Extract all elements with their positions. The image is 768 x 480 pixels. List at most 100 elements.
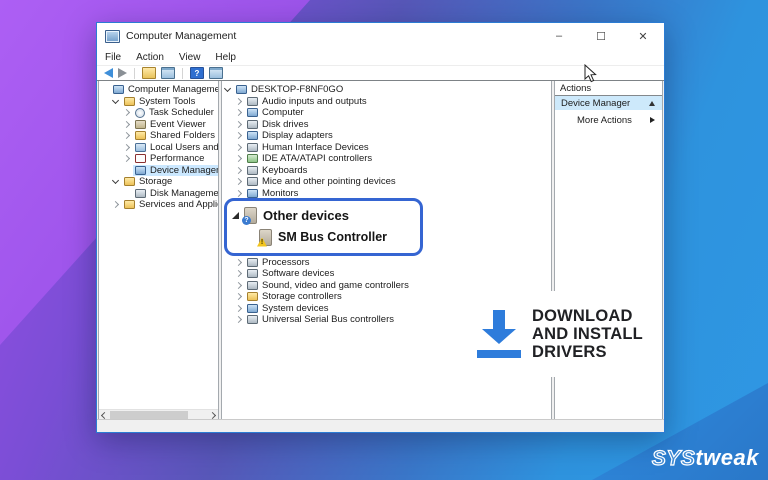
- expander-icon[interactable]: [235, 109, 242, 116]
- more-actions-item[interactable]: More Actions: [555, 113, 662, 127]
- tree-item[interactable]: Storage: [99, 176, 218, 188]
- console-tree-panel: Computer Management (Local System Tools …: [98, 81, 219, 422]
- expander-icon[interactable]: [123, 144, 130, 151]
- tree-item[interactable]: Local Users and Groups: [99, 142, 218, 154]
- device-row[interactable]: IDE ATA/ATAPI controllers: [222, 153, 551, 165]
- download-annotation-text: DOWNLOAD AND INSTALL DRIVERS: [532, 307, 643, 361]
- minimize-button[interactable]: –: [538, 23, 580, 49]
- actions-group-device-manager[interactable]: Device Manager: [555, 96, 662, 110]
- app-icon: [105, 30, 120, 43]
- device-row[interactable]: Software devices: [222, 268, 551, 280]
- logo-outline-part: SYS: [652, 447, 696, 470]
- tree-item-label: Event Viewer: [150, 119, 206, 130]
- expander-icon[interactable]: [235, 167, 242, 174]
- device-icon: [247, 315, 258, 324]
- tree-item-label: Services and Applications: [139, 199, 218, 210]
- back-arrow-icon[interactable]: [104, 68, 113, 78]
- tree-item-icon: [135, 189, 146, 198]
- device-label: Keyboards: [262, 165, 307, 176]
- expander-icon[interactable]: [235, 270, 242, 277]
- properties-window-icon[interactable]: [161, 67, 175, 79]
- tree-item[interactable]: System Tools: [99, 96, 218, 108]
- device-row[interactable]: Computer: [222, 107, 551, 119]
- show-console-tree-icon[interactable]: [142, 67, 156, 79]
- collapse-icon[interactable]: [649, 101, 655, 106]
- device-icon: [236, 85, 247, 94]
- device-label: System devices: [262, 303, 329, 314]
- device-icon: [247, 108, 258, 117]
- tree-item[interactable]: Task Scheduler: [99, 107, 218, 119]
- expander-icon[interactable]: [235, 178, 242, 185]
- expander-icon[interactable]: [112, 177, 119, 184]
- expander-icon[interactable]: [123, 109, 130, 116]
- tree-item[interactable]: Performance: [99, 153, 218, 165]
- expander-icon[interactable]: [235, 305, 242, 312]
- logo-solid-part: tweak: [695, 445, 759, 470]
- tree-item-icon: [124, 200, 135, 209]
- device-row[interactable]: Sound, video and game controllers: [222, 280, 551, 292]
- tree-item-label: Computer Management (Local: [128, 84, 218, 95]
- more-actions-label: More Actions: [577, 115, 632, 126]
- device-icon: [247, 120, 258, 129]
- forward-arrow-icon[interactable]: [118, 68, 127, 78]
- device-label: Mice and other pointing devices: [262, 176, 396, 187]
- device-icon: [247, 189, 258, 198]
- tree-item[interactable]: Shared Folders: [99, 130, 218, 142]
- device-icon: [247, 166, 258, 175]
- menu-item[interactable]: File: [105, 52, 121, 63]
- device-label: Sound, video and game controllers: [262, 280, 409, 291]
- device-row[interactable]: Processors: [222, 257, 551, 269]
- device-row[interactable]: Human Interface Devices: [222, 142, 551, 154]
- device-row[interactable]: DESKTOP-F8NF0GO: [222, 84, 551, 96]
- title-bar[interactable]: Computer Management – ☐ ✕: [97, 23, 664, 49]
- expander-icon[interactable]: [112, 97, 119, 104]
- callout-device-row: ! SM Bus Controller: [232, 226, 415, 248]
- download-arrow-icon: [477, 310, 521, 358]
- device-row[interactable]: Display adapters: [222, 130, 551, 142]
- device-row[interactable]: Disk drives: [222, 119, 551, 131]
- systweak-logo: SYStweak: [652, 445, 759, 471]
- expander-icon[interactable]: [235, 121, 242, 128]
- callout-group-row: ? Other devices: [232, 204, 415, 226]
- close-button[interactable]: ✕: [622, 23, 664, 49]
- device-label: IDE ATA/ATAPI controllers: [262, 153, 372, 164]
- device-icon: [247, 143, 258, 152]
- tree-item-label: Task Scheduler: [149, 107, 214, 118]
- expander-icon[interactable]: [235, 98, 242, 105]
- tree-item[interactable]: Services and Applications: [99, 199, 218, 211]
- expander-icon[interactable]: [235, 259, 242, 266]
- expander-icon[interactable]: [123, 155, 130, 162]
- tree-item[interactable]: Event Viewer: [99, 119, 218, 131]
- help-icon[interactable]: ?: [190, 67, 204, 79]
- device-row[interactable]: Audio inputs and outputs: [222, 96, 551, 108]
- tree-item-label: Performance: [150, 153, 204, 164]
- tree-item-icon: [135, 166, 146, 175]
- window-bottom-strip: [97, 419, 664, 432]
- menu-item[interactable]: View: [179, 52, 201, 63]
- expander-icon[interactable]: [235, 316, 242, 323]
- expander-icon[interactable]: [235, 282, 242, 289]
- expander-icon[interactable]: [235, 144, 242, 151]
- expander-icon[interactable]: [123, 121, 130, 128]
- callout-group-label: Other devices: [263, 208, 349, 223]
- window-title: Computer Management: [126, 30, 236, 42]
- tree-item[interactable]: Computer Management (Local: [99, 84, 218, 96]
- expander-icon[interactable]: [235, 190, 242, 197]
- menu-item[interactable]: Help: [215, 52, 236, 63]
- expander-icon[interactable]: [224, 85, 231, 92]
- device-list-top: DESKTOP-F8NF0GO Audio inputs and outputs…: [222, 81, 551, 199]
- expander-icon[interactable]: [235, 293, 242, 300]
- tree-item[interactable]: Disk Management: [99, 188, 218, 200]
- warning-device-icon: !: [259, 229, 272, 246]
- maximize-button[interactable]: ☐: [580, 23, 622, 49]
- warning-badge-icon: !: [257, 238, 267, 247]
- new-window-icon[interactable]: [209, 67, 223, 79]
- expander-icon[interactable]: [235, 155, 242, 162]
- device-row[interactable]: Keyboards: [222, 165, 551, 177]
- expander-icon[interactable]: [123, 132, 130, 139]
- expander-icon[interactable]: [112, 201, 119, 208]
- tree-item[interactable]: Device Manager: [99, 165, 218, 177]
- device-row[interactable]: Mice and other pointing devices: [222, 176, 551, 188]
- menu-item[interactable]: Action: [136, 52, 164, 63]
- expander-icon[interactable]: [235, 132, 242, 139]
